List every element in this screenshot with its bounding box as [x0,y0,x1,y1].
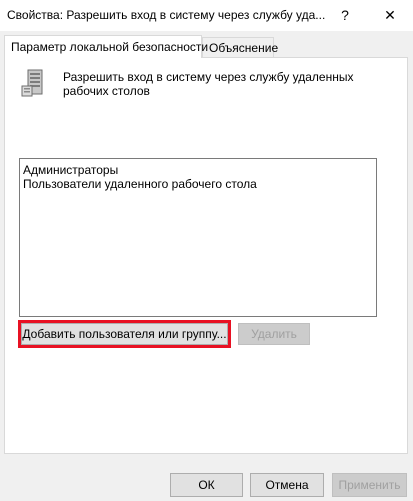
tab-explain[interactable]: Объяснение [202,37,278,57]
help-button[interactable]: ? [322,0,368,30]
tab-panel: Разрешить вход в систему через службу уд… [4,57,408,454]
members-listbox[interactable]: Администраторы Пользователи удаленного р… [19,158,377,317]
tab-local-security-setting[interactable]: Параметр локальной безопасности [4,35,208,58]
apply-button[interactable]: Применить [332,473,407,497]
title-bar[interactable]: Свойства: Разрешить вход в систему через… [0,0,413,31]
policy-description: Разрешить вход в систему через службу уд… [63,70,354,98]
remove-button[interactable]: Удалить [238,323,310,345]
window-title: Свойства: Разрешить вход в систему через… [7,8,326,22]
ok-button[interactable]: ОК [170,473,243,497]
close-icon: ✕ [384,6,396,23]
cancel-button[interactable]: Отмена [250,473,324,497]
list-item[interactable]: Администраторы [20,163,376,177]
close-button[interactable]: ✕ [367,0,413,30]
properties-dialog: Свойства: Разрешить вход в систему через… [0,0,413,501]
server-policy-icon [21,69,43,97]
help-icon: ? [341,7,349,23]
list-item[interactable]: Пользователи удаленного рабочего стола [20,177,376,191]
add-user-or-group-button[interactable]: Добавить пользователя или группу... [18,320,231,348]
